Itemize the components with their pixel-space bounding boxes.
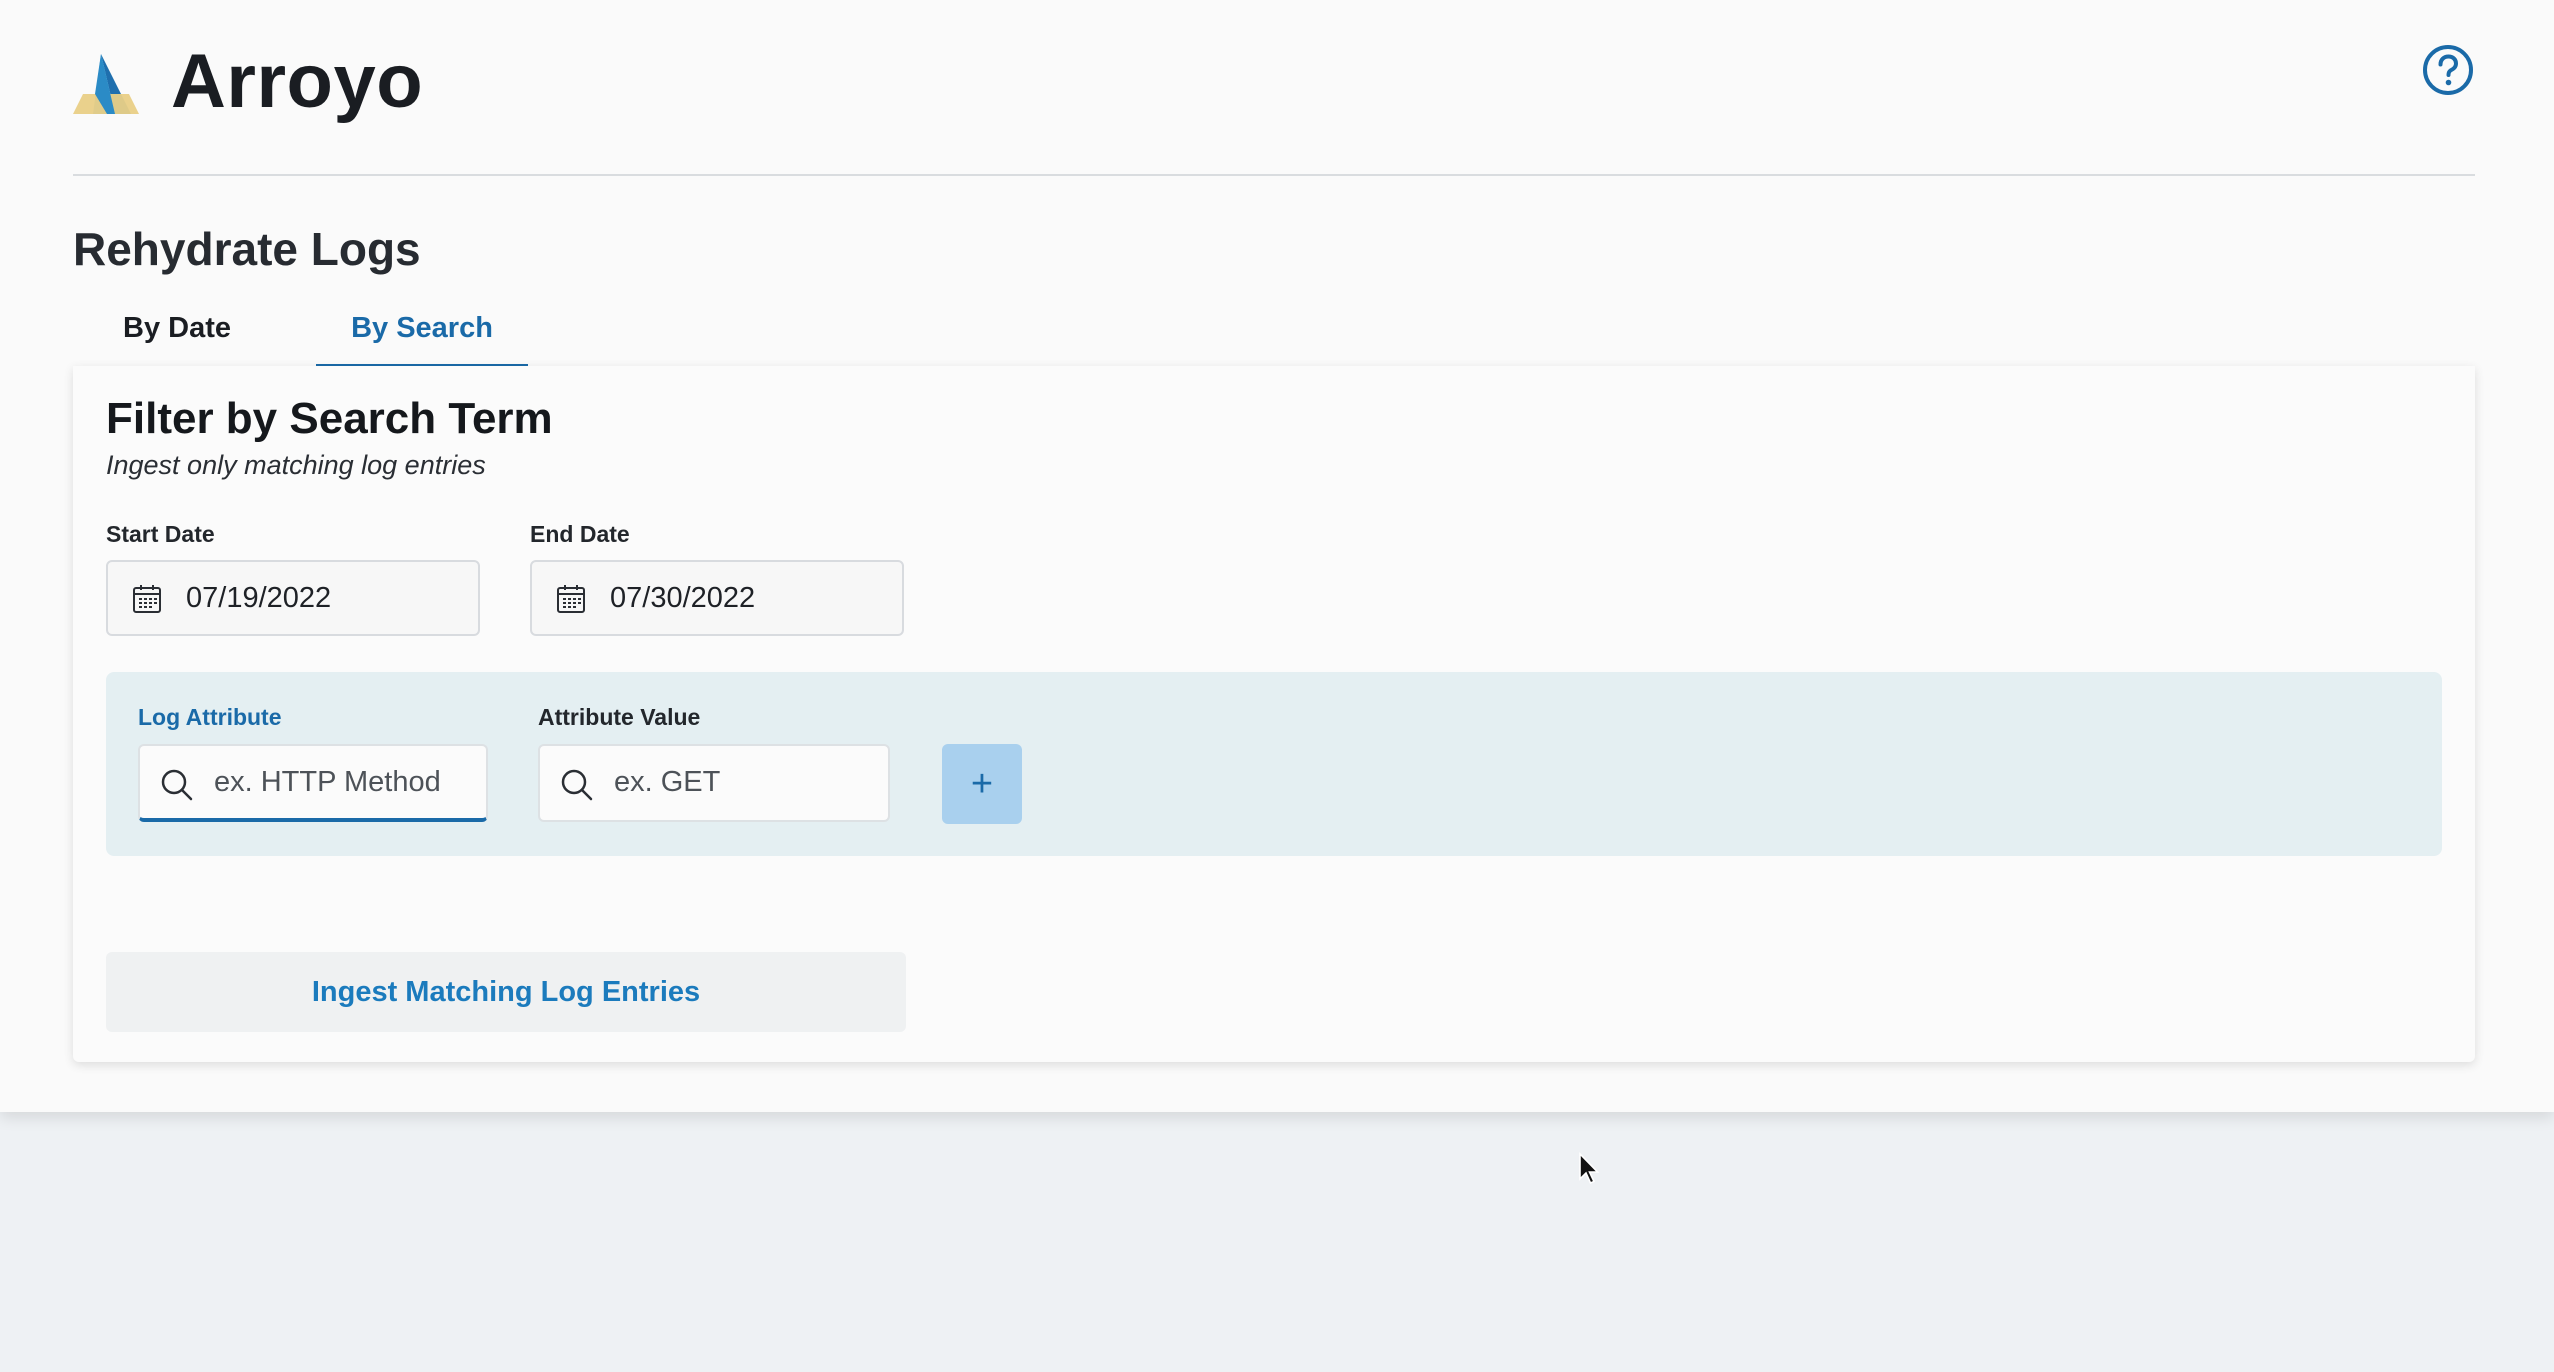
mouse-cursor-icon <box>1579 1152 1600 1185</box>
calendar-icon <box>133 585 161 613</box>
search-icon <box>161 769 193 801</box>
filter-subtitle: Ingest only matching log entries <box>106 450 486 480</box>
brand-name: Arroyo <box>171 39 424 124</box>
tab-by-search-term[interactable]: By Search Term <box>316 300 528 400</box>
log-attribute-field[interactable] <box>138 744 488 822</box>
start-date-label: Start Date <box>106 521 215 547</box>
filter-card: Filter by Search Term Ingest only matchi… <box>73 366 2475 1062</box>
end-date-value: 07/30/2022 <box>610 582 756 614</box>
start-date-field[interactable]: 07/19/2022 <box>106 560 480 636</box>
filter-title: Filter by Search Term <box>106 394 553 443</box>
attribute-value-input[interactable] <box>614 746 864 818</box>
arroyo-logo-icon <box>73 54 139 114</box>
page-title: Rehydrate Logs <box>73 223 421 275</box>
end-date-label: End Date <box>530 521 630 547</box>
ingest-matching-button[interactable]: Ingest Matching Log Entries <box>106 952 906 1032</box>
start-date-value: 07/19/2022 <box>186 582 332 614</box>
attribute-filter-panel: Log Attribute Attribute Value + <box>106 672 2442 856</box>
app-window: Arroyo Rehydrate Logs By Date Range By S… <box>0 0 2554 1112</box>
log-attribute-label: Log Attribute <box>138 704 282 730</box>
search-icon <box>561 769 593 801</box>
attribute-value-label: Attribute Value <box>538 704 701 730</box>
log-attribute-input[interactable] <box>214 746 464 818</box>
tab-by-date-range[interactable]: By Date Range <box>77 300 277 400</box>
add-filter-button[interactable]: + <box>942 744 1022 824</box>
header: Arroyo <box>73 0 2475 176</box>
attribute-value-field[interactable] <box>538 744 890 822</box>
end-date-field[interactable]: 07/30/2022 <box>530 560 904 636</box>
calendar-icon <box>557 585 585 613</box>
tab-bar: By Date Range By Search Term <box>73 300 2475 400</box>
help-circle-icon[interactable] <box>2422 44 2474 96</box>
